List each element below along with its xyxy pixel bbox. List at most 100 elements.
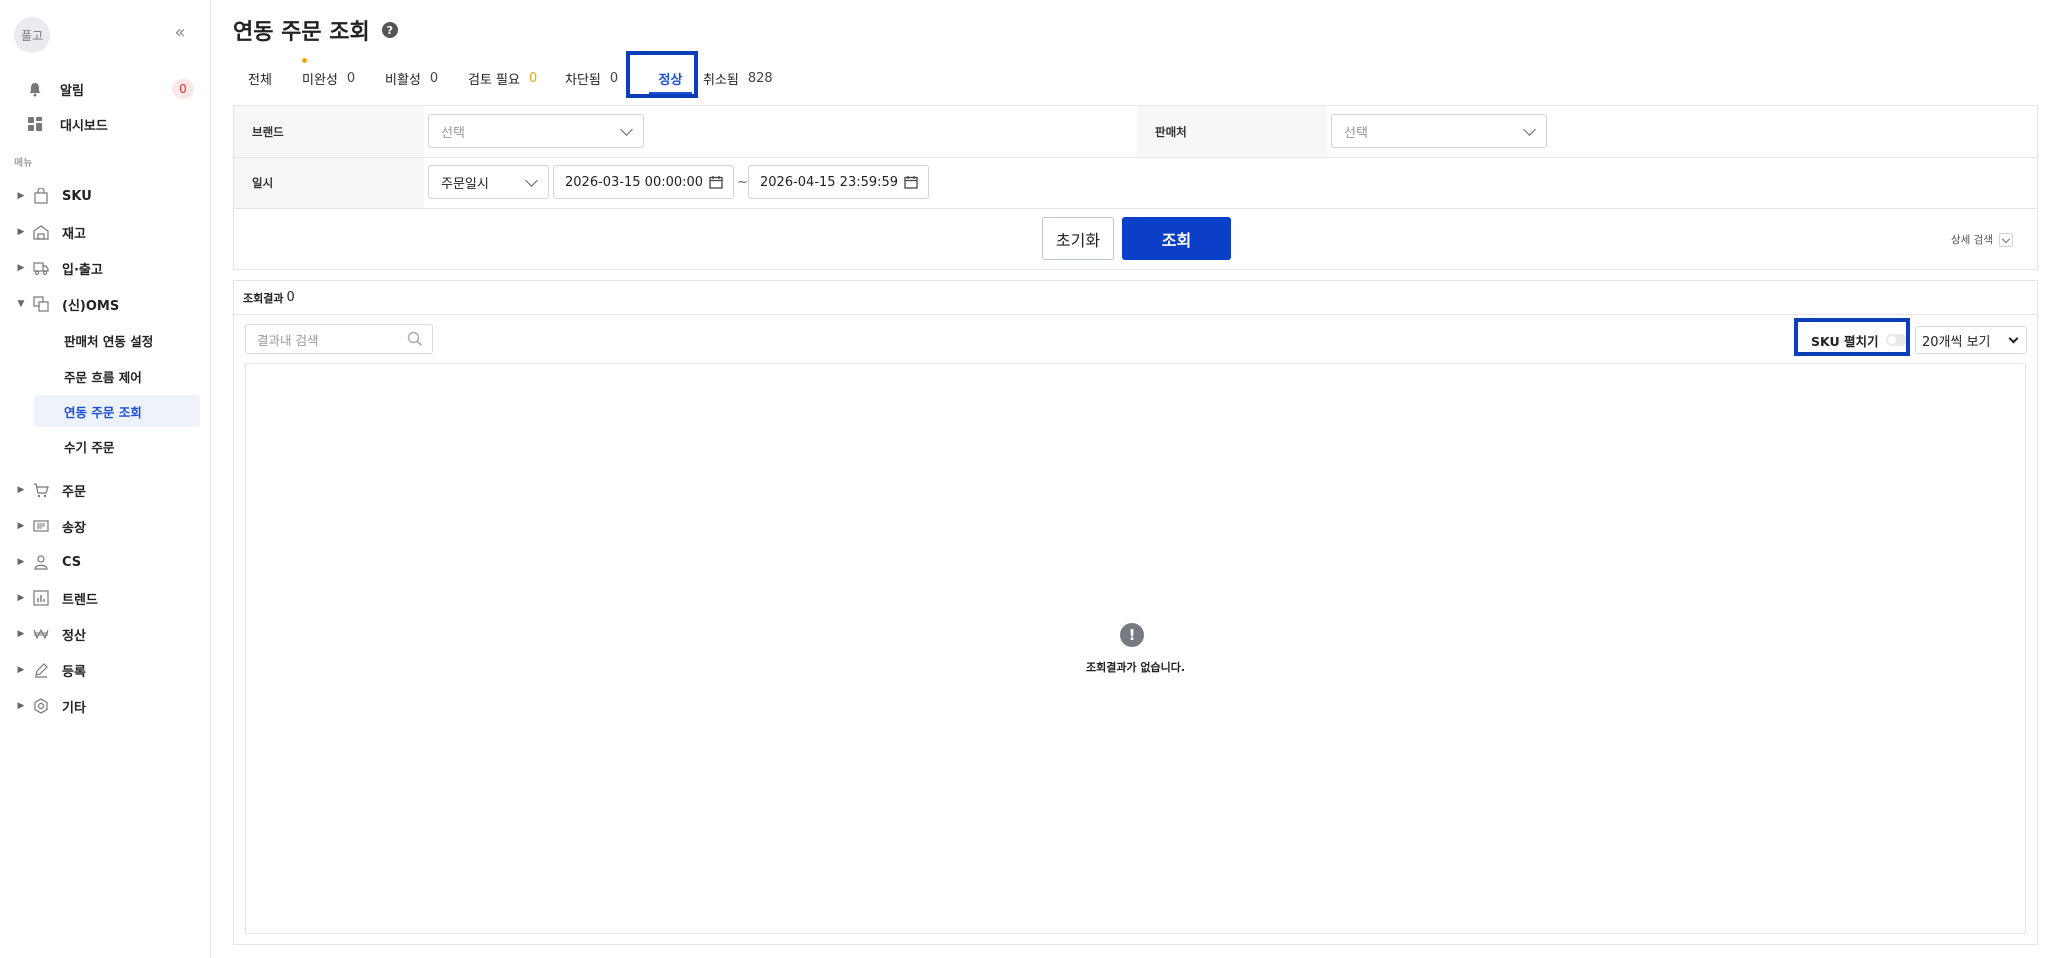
advanced-search-toggle[interactable]: 상세 검색 [1951, 232, 2013, 247]
chevron-down-icon [1999, 232, 2013, 247]
sidebar-item-invoice[interactable]: ▶ 송장 [16, 515, 86, 537]
page-title-text: 연동 주문 조회 [233, 20, 370, 45]
caret-right-icon: ▶ [17, 521, 25, 531]
person-icon [32, 553, 50, 571]
caret-right-icon: ▶ [17, 665, 25, 675]
dashboard-icon [26, 115, 44, 133]
sidebar-item-trend[interactable]: ▶ 트렌드 [16, 587, 98, 609]
results-grid: ! 조회결과가 없습니다. [245, 363, 2026, 934]
sidebar-item-settlement[interactable]: ▶ 정산 [16, 623, 86, 645]
tab-count: 0 [528, 70, 538, 86]
sidebar-item-label: SKU [62, 188, 92, 204]
tab-count: 0 [609, 70, 619, 86]
truck-icon [32, 259, 50, 277]
result-search-input[interactable]: 결과내 검색 [245, 324, 433, 354]
chevron-down-icon [1523, 123, 1536, 136]
sidebar-item-label: 입·출고 [62, 262, 103, 278]
brand-label: 브랜드 [234, 106, 424, 157]
caret-right-icon: ▶ [17, 593, 25, 603]
seller-select[interactable]: 선택 [1331, 114, 1547, 148]
page-size-value: 20개씩 보기 [1922, 334, 1991, 350]
caret-right-icon: ▶ [17, 485, 25, 495]
help-icon[interactable]: ? [381, 22, 398, 38]
page-title: 연동 주문 조회 ? [233, 14, 398, 46]
reset-button[interactable]: 초기화 [1042, 217, 1114, 260]
chevron-down-icon [525, 174, 538, 187]
tab-incomplete[interactable]: 미완성 0 [302, 58, 355, 98]
sidebar-item-dashboard[interactable]: 대시보드 [26, 112, 108, 136]
sidebar-subitem-order-flow[interactable]: 주문 흐름 제어 [34, 360, 200, 392]
empty-message: 조회결과가 없습니다. [1085, 661, 1186, 674]
tab-inactive[interactable]: 비활성 0 [385, 58, 438, 98]
date-from-value: 2026-03-15 00:00:00 [565, 174, 704, 190]
pencil-icon [32, 661, 50, 679]
tab-label: 전체 [248, 72, 272, 88]
tab-label: 비활성 [385, 72, 421, 88]
avatar[interactable]: 풀고 [14, 17, 50, 53]
caret-right-icon: ▶ [17, 557, 25, 567]
filter-panel: 브랜드 선택 판매처 선택 일시 주문일시 2026-03-15 00:00:0… [233, 105, 2038, 270]
bell-icon [26, 80, 44, 98]
chevron-down-icon [620, 123, 633, 136]
sidebar-subitem-linked-orders[interactable]: 연동 주문 조회 [34, 395, 200, 427]
sidebar-item-label: 알림 [60, 83, 84, 99]
sidebar-item-etc[interactable]: ▶ 기타 [16, 695, 86, 717]
sidebar-item-label: 송장 [62, 520, 86, 536]
brand-select[interactable]: 선택 [428, 114, 644, 148]
highlight-box-sku-toggle [1794, 318, 1910, 356]
page-size-select[interactable]: 20개씩 보기 [1915, 326, 2027, 354]
date-label: 일시 [234, 158, 424, 208]
tab-label: 취소됨 [703, 72, 739, 88]
date-to-input[interactable]: 2026-04-15 23:59:59 [748, 165, 929, 199]
cart-icon [32, 481, 50, 499]
new-indicator-dot [302, 58, 307, 63]
brand-select-value: 선택 [441, 125, 465, 141]
caret-right-icon: ▶ [17, 629, 25, 639]
sidebar-subitem-seller-integration[interactable]: 판매처 연동 설정 [34, 324, 200, 356]
calendar-icon[interactable] [709, 175, 723, 193]
caret-right-icon: ▶ [17, 227, 25, 237]
bag-icon [32, 187, 50, 205]
app-root: 풀고 « 알림 0 대시보드 메뉴 ▶ SKU ▶ 재고 ▶ 입·출고 ▼ (신… [0, 0, 2048, 958]
sidebar-item-cs[interactable]: ▶ CS [16, 551, 81, 573]
sidebar-item-label: 트렌드 [62, 592, 98, 608]
search-button[interactable]: 조회 [1122, 217, 1231, 260]
sidebar-item-label: 정산 [62, 628, 86, 644]
date-type-select[interactable]: 주문일시 [428, 165, 549, 199]
sidebar-item-inout[interactable]: ▶ 입·출고 [16, 257, 103, 279]
results-header: 조회결과 0 [234, 281, 2037, 315]
sidebar-item-register[interactable]: ▶ 등록 [16, 659, 86, 681]
seller-select-value: 선택 [1344, 125, 1368, 141]
sidebar-item-oms[interactable]: ▼ (신)OMS [16, 293, 119, 315]
tab-label: 검토 필요 [468, 72, 520, 88]
caret-right-icon: ▶ [17, 191, 25, 201]
tab-cancelled[interactable]: 취소됨 828 [703, 58, 773, 98]
date-to-value: 2026-04-15 23:59:59 [760, 174, 899, 190]
tab-blocked[interactable]: 차단됨 0 [565, 58, 618, 98]
double-chevron-left-icon[interactable]: « [170, 24, 190, 44]
search-icon[interactable] [407, 331, 423, 350]
chevron-down-icon [2008, 333, 2019, 344]
results-panel: 조회결과 0 결과내 검색 SKU 펼치기 20개씩 보기 ! 조회결과가 없습… [233, 280, 2038, 945]
tab-all[interactable]: 전체 [248, 58, 272, 98]
tab-label: 차단됨 [565, 72, 601, 88]
tab-count: 0 [346, 70, 356, 86]
calendar-icon[interactable] [904, 175, 918, 193]
notification-count-badge: 0 [172, 79, 194, 99]
date-from-input[interactable]: 2026-03-15 00:00:00 [553, 165, 734, 199]
tab-review-needed[interactable]: 검토 필요 0 [302, 58, 538, 98]
sidebar-item-label: CS [62, 554, 82, 570]
invoice-icon [32, 517, 50, 535]
sidebar-item-orders[interactable]: ▶ 주문 [16, 479, 86, 501]
sidebar-item-inventory[interactable]: ▶ 재고 [16, 221, 86, 243]
caret-right-icon: ▶ [17, 263, 25, 273]
filter-row-brand: 브랜드 선택 판매처 선택 [234, 106, 2037, 158]
menu-caption: 메뉴 [14, 158, 33, 169]
result-search-placeholder: 결과내 검색 [257, 332, 319, 348]
seller-label: 판매처 [1137, 106, 1327, 157]
sidebar-subitem-manual-order[interactable]: 수기 주문 [34, 430, 200, 462]
sidebar-item-notifications[interactable]: 알림 [26, 77, 84, 101]
highlight-box-tab [626, 51, 698, 98]
tab-count: 828 [747, 70, 773, 86]
sidebar-item-sku[interactable]: ▶ SKU [16, 185, 92, 207]
